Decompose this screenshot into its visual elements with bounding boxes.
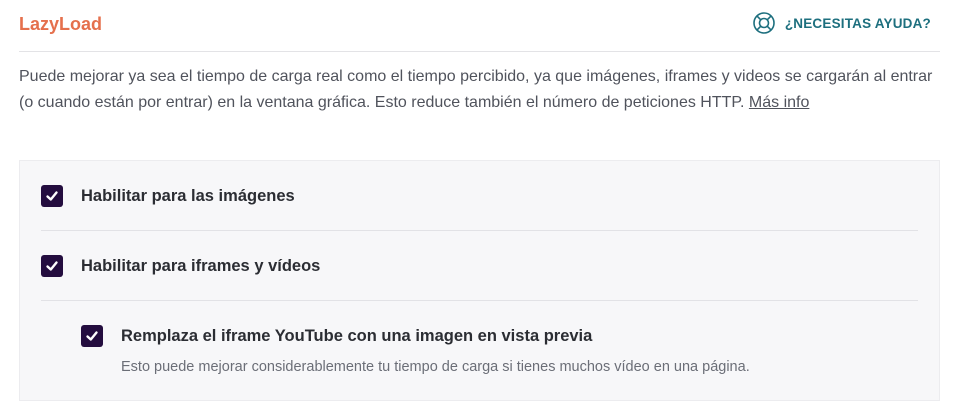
divider	[41, 300, 918, 301]
help-link[interactable]: ¿NECESITAS AYUDA?	[752, 11, 931, 35]
option-images: Habilitar para las imágenes	[41, 185, 918, 207]
lifebuoy-icon	[752, 11, 776, 35]
check-icon	[86, 331, 98, 341]
check-icon	[46, 261, 58, 271]
youtube-description: Esto puede mejorar considerablemente tu …	[121, 359, 750, 375]
option-youtube: Remplaza el iframe YouTube con una image…	[81, 325, 955, 347]
youtube-label: Remplaza el iframe YouTube con una image…	[121, 326, 593, 345]
more-info-link[interactable]: Más info	[749, 94, 809, 111]
section-title: LazyLoad	[19, 14, 103, 34]
lazyload-description: Puede mejorar ya sea el tiempo de carga …	[19, 64, 940, 116]
options-panel: Habilitar para las imágenes Habilitar pa…	[19, 160, 940, 401]
iframes-label: Habilitar para iframes y vídeos	[81, 256, 321, 275]
youtube-checkbox[interactable]	[81, 325, 103, 347]
option-iframes: Habilitar para iframes y vídeos	[41, 255, 918, 277]
check-icon	[46, 191, 58, 201]
divider	[41, 230, 918, 231]
images-checkbox[interactable]	[41, 185, 63, 207]
iframes-checkbox[interactable]	[41, 255, 63, 277]
section-header: LazyLoad ¿NECESITAS AYUDA?	[19, 0, 940, 52]
images-label: Habilitar para las imágenes	[81, 186, 295, 205]
help-label: ¿NECESITAS AYUDA?	[784, 15, 931, 31]
